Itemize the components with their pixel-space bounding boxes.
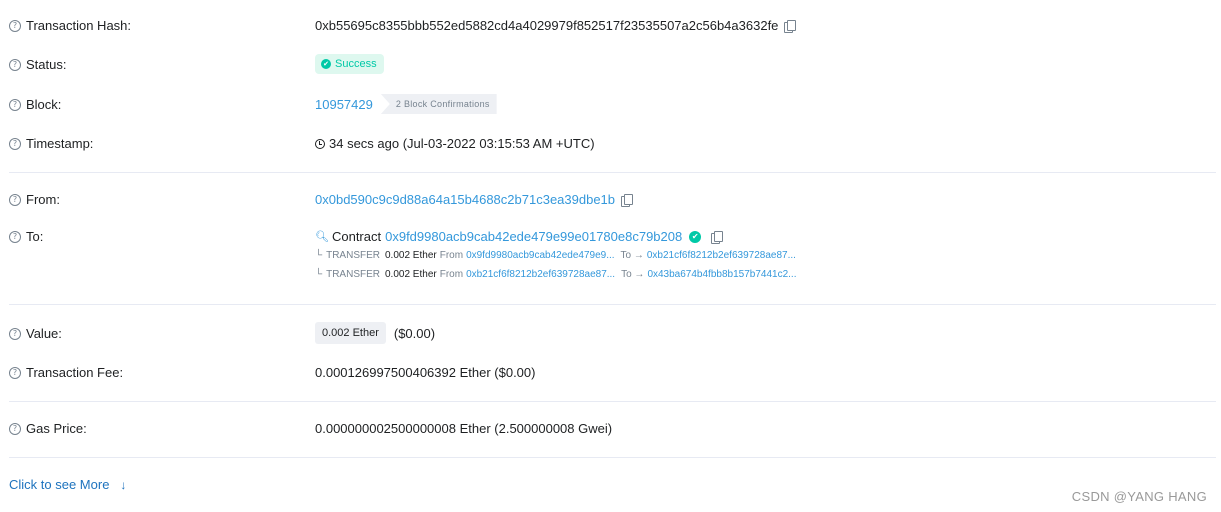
question-circle-icon[interactable]: ?: [9, 230, 21, 243]
question-circle-icon[interactable]: ?: [9, 193, 21, 206]
click-to-see-more-link[interactable]: Click to see More ↓: [9, 477, 126, 492]
label-timestamp: ? Timestamp:: [9, 136, 93, 151]
to-value: 🔍︎ Contract 0x9fd9980acb9cab42ede479e99e…: [315, 229, 724, 244]
transfer-line: └ TRANSFER 0.002 Ether From 0xb21cf6f821…: [315, 269, 797, 280]
from-value: 0x0bd590c9c9d88a64a15b4688c2b71c3ea39dbe…: [315, 192, 634, 207]
tree-branch-icon: └: [315, 250, 323, 261]
verified-check-icon: ✔: [689, 230, 702, 243]
watermark: CSDN @YANG HANG: [1071, 489, 1207, 504]
label-transaction-fee: ? Transaction Fee:: [9, 365, 123, 380]
from-address-link[interactable]: 0x0bd590c9c9d88a64a15b4688c2b71c3ea39dbe…: [315, 192, 615, 207]
status-value: ✔ Success: [315, 54, 384, 74]
question-circle-icon[interactable]: ?: [9, 58, 21, 71]
fee-value: 0.000126997500406392 Ether ($0.00): [315, 365, 536, 380]
question-circle-icon[interactable]: ?: [9, 137, 21, 150]
question-circle-icon[interactable]: ?: [9, 19, 21, 32]
value-amount-badge: 0.002 Ether: [315, 322, 386, 344]
label-gas-price: ? Gas Price:: [9, 421, 87, 436]
copy-icon[interactable]: [621, 193, 634, 207]
question-circle-icon[interactable]: ?: [9, 422, 21, 435]
block-number-link[interactable]: 10957429: [315, 97, 373, 112]
divider: [9, 304, 1216, 305]
transfer-from-link[interactable]: 0xb21cf6f8212b2ef639728ae87...: [466, 269, 615, 280]
clock-icon: [315, 138, 325, 149]
block-value: 10957429 2 Block Confirmations: [315, 94, 497, 114]
gas-price-value: 0.000000002500000008 Ether (2.500000008 …: [315, 421, 613, 436]
label-to: ? To:: [9, 229, 43, 244]
check-circle-icon: ✔: [321, 59, 331, 69]
arrow-down-icon: ↓: [120, 477, 127, 492]
to-contract-link[interactable]: 0x9fd9980acb9cab42ede479e99e01780e8c79b2…: [385, 229, 682, 244]
divider: [9, 457, 1216, 458]
tree-branch-icon: └: [315, 269, 323, 280]
question-circle-icon[interactable]: ?: [9, 327, 21, 340]
tx-hash-value: 0xb55695c8355bbb552ed5882cd4a4029979f852…: [315, 18, 797, 33]
label-value: ? Value:: [9, 326, 62, 341]
transfer-to-link[interactable]: 0x43ba674b4fbb8b157b7441c2...: [647, 269, 796, 280]
transfer-line: └ TRANSFER 0.002 Ether From 0x9fd9980acb…: [315, 250, 796, 261]
label-from: ? From:: [9, 192, 60, 207]
transfer-from-link[interactable]: 0x9fd9980acb9cab42ede479e9...: [466, 250, 614, 261]
status-badge: ✔ Success: [315, 54, 384, 74]
block-confirmations-badge: 2 Block Confirmations: [380, 94, 497, 114]
label-block: ? Block:: [9, 97, 61, 112]
search-contract-icon: 🔍︎: [315, 231, 329, 243]
value-usd: ($0.00): [393, 325, 436, 341]
divider: [9, 401, 1216, 402]
label-status: ? Status:: [9, 57, 66, 72]
transfer-to-link[interactable]: 0xb21cf6f8212b2ef639728ae87...: [647, 250, 796, 261]
copy-icon[interactable]: [711, 230, 724, 244]
contract-label: Contract: [331, 229, 382, 244]
value-value: 0.002 Ether ($0.00): [315, 322, 435, 344]
question-circle-icon[interactable]: ?: [9, 98, 21, 111]
tx-hash-text: 0xb55695c8355bbb552ed5882cd4a4029979f852…: [315, 18, 779, 33]
timestamp-value: 34 secs ago (Jul-03-2022 03:15:53 AM +UT…: [315, 136, 595, 151]
divider: [9, 172, 1216, 173]
label-transaction-hash: ? Transaction Hash:: [9, 18, 131, 33]
copy-icon[interactable]: [784, 19, 797, 33]
question-circle-icon[interactable]: ?: [9, 366, 21, 379]
